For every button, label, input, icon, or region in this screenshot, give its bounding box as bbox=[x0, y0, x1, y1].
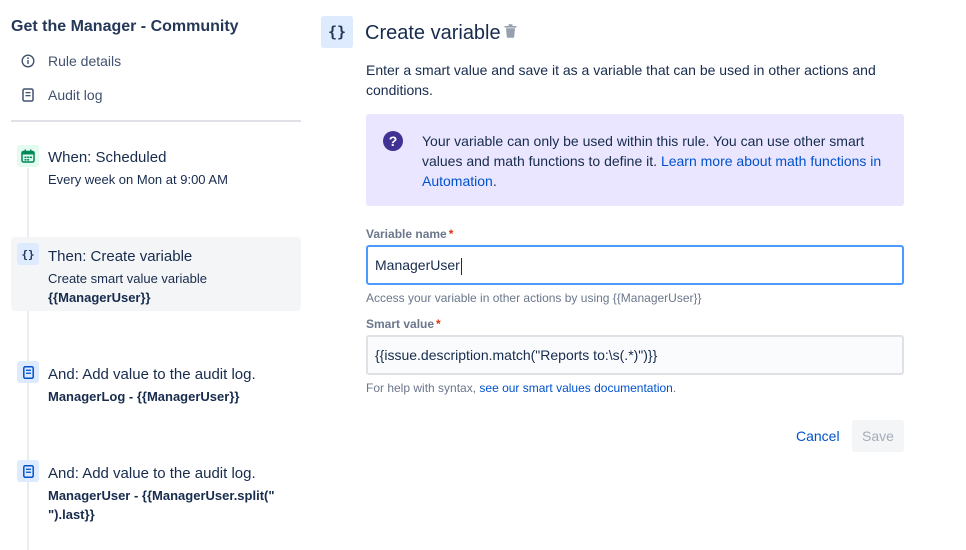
panel-description: Enter a smart value and save it as a var… bbox=[366, 62, 876, 98]
component-audit-log-2[interactable]: And: Add value to the audit log. Manager… bbox=[11, 455, 301, 525]
required-marker: * bbox=[436, 317, 441, 331]
audit-log-icon bbox=[17, 361, 39, 383]
variable-name-input[interactable]: ManagerUser bbox=[366, 245, 904, 285]
trash-icon[interactable] bbox=[504, 24, 517, 43]
audit-log-icon bbox=[20, 87, 36, 103]
component-title: Then: Create variable bbox=[48, 248, 193, 265]
audit-log-label: Audit log bbox=[48, 87, 103, 103]
component-detail-line-2: ").last}} bbox=[48, 507, 95, 522]
smart-value-input[interactable]: {{issue.description.match("Reports to:\s… bbox=[366, 335, 904, 375]
rule-details-label: Rule details bbox=[48, 53, 122, 69]
info-panel: ? Your variable can only be used within … bbox=[366, 114, 904, 206]
braces-icon: {} bbox=[321, 16, 353, 48]
info-icon bbox=[20, 53, 36, 69]
variable-name-label: Variable name * bbox=[366, 227, 454, 241]
component-detail-line-1: ManagerUser - {{ManagerUser.split(" bbox=[48, 488, 275, 503]
panel-title: Create variable bbox=[365, 22, 501, 44]
component-trigger-scheduled[interactable]: When: Scheduled Every week on Mon at 9:0… bbox=[11, 140, 301, 200]
audit-log-icon bbox=[17, 460, 39, 482]
component-title: And: Add value to the audit log. bbox=[48, 465, 256, 482]
sidebar-divider bbox=[11, 120, 301, 122]
rule-title: Get the Manager - Community bbox=[11, 18, 239, 35]
component-title: And: Add value to the audit log. bbox=[48, 366, 256, 383]
question-icon: ? bbox=[383, 131, 403, 151]
smart-value-helper: For help with syntax, see our smart valu… bbox=[366, 381, 677, 395]
info-text: Your variable can only be used within th… bbox=[422, 133, 882, 189]
variable-name-helper: Access your variable in other actions by… bbox=[366, 291, 702, 305]
rule-details-link[interactable]: Rule details bbox=[20, 53, 121, 69]
audit-log-link[interactable]: Audit log bbox=[20, 87, 102, 103]
braces-icon: {} bbox=[17, 243, 39, 265]
component-detail: ManagerLog - {{ManagerUser}} bbox=[48, 389, 240, 404]
smart-values-docs-link[interactable]: see our smart values documentation bbox=[479, 381, 672, 395]
save-button[interactable]: Save bbox=[852, 420, 904, 452]
text-caret bbox=[460, 257, 462, 275]
required-marker: * bbox=[448, 227, 454, 241]
component-subtitle: Create smart value variable bbox=[48, 271, 207, 286]
component-subtitle: Every week on Mon at 9:00 AM bbox=[48, 172, 228, 187]
calendar-icon bbox=[17, 145, 39, 167]
component-audit-log-1[interactable]: And: Add value to the audit log. Manager… bbox=[11, 356, 301, 412]
component-title: When: Scheduled bbox=[48, 149, 167, 166]
smart-value-label: Smart value * bbox=[366, 317, 441, 331]
component-create-variable[interactable]: {} Then: Create variable Create smart va… bbox=[11, 237, 301, 311]
cancel-button[interactable]: Cancel bbox=[786, 420, 850, 452]
component-detail: {{ManagerUser}} bbox=[48, 290, 151, 305]
